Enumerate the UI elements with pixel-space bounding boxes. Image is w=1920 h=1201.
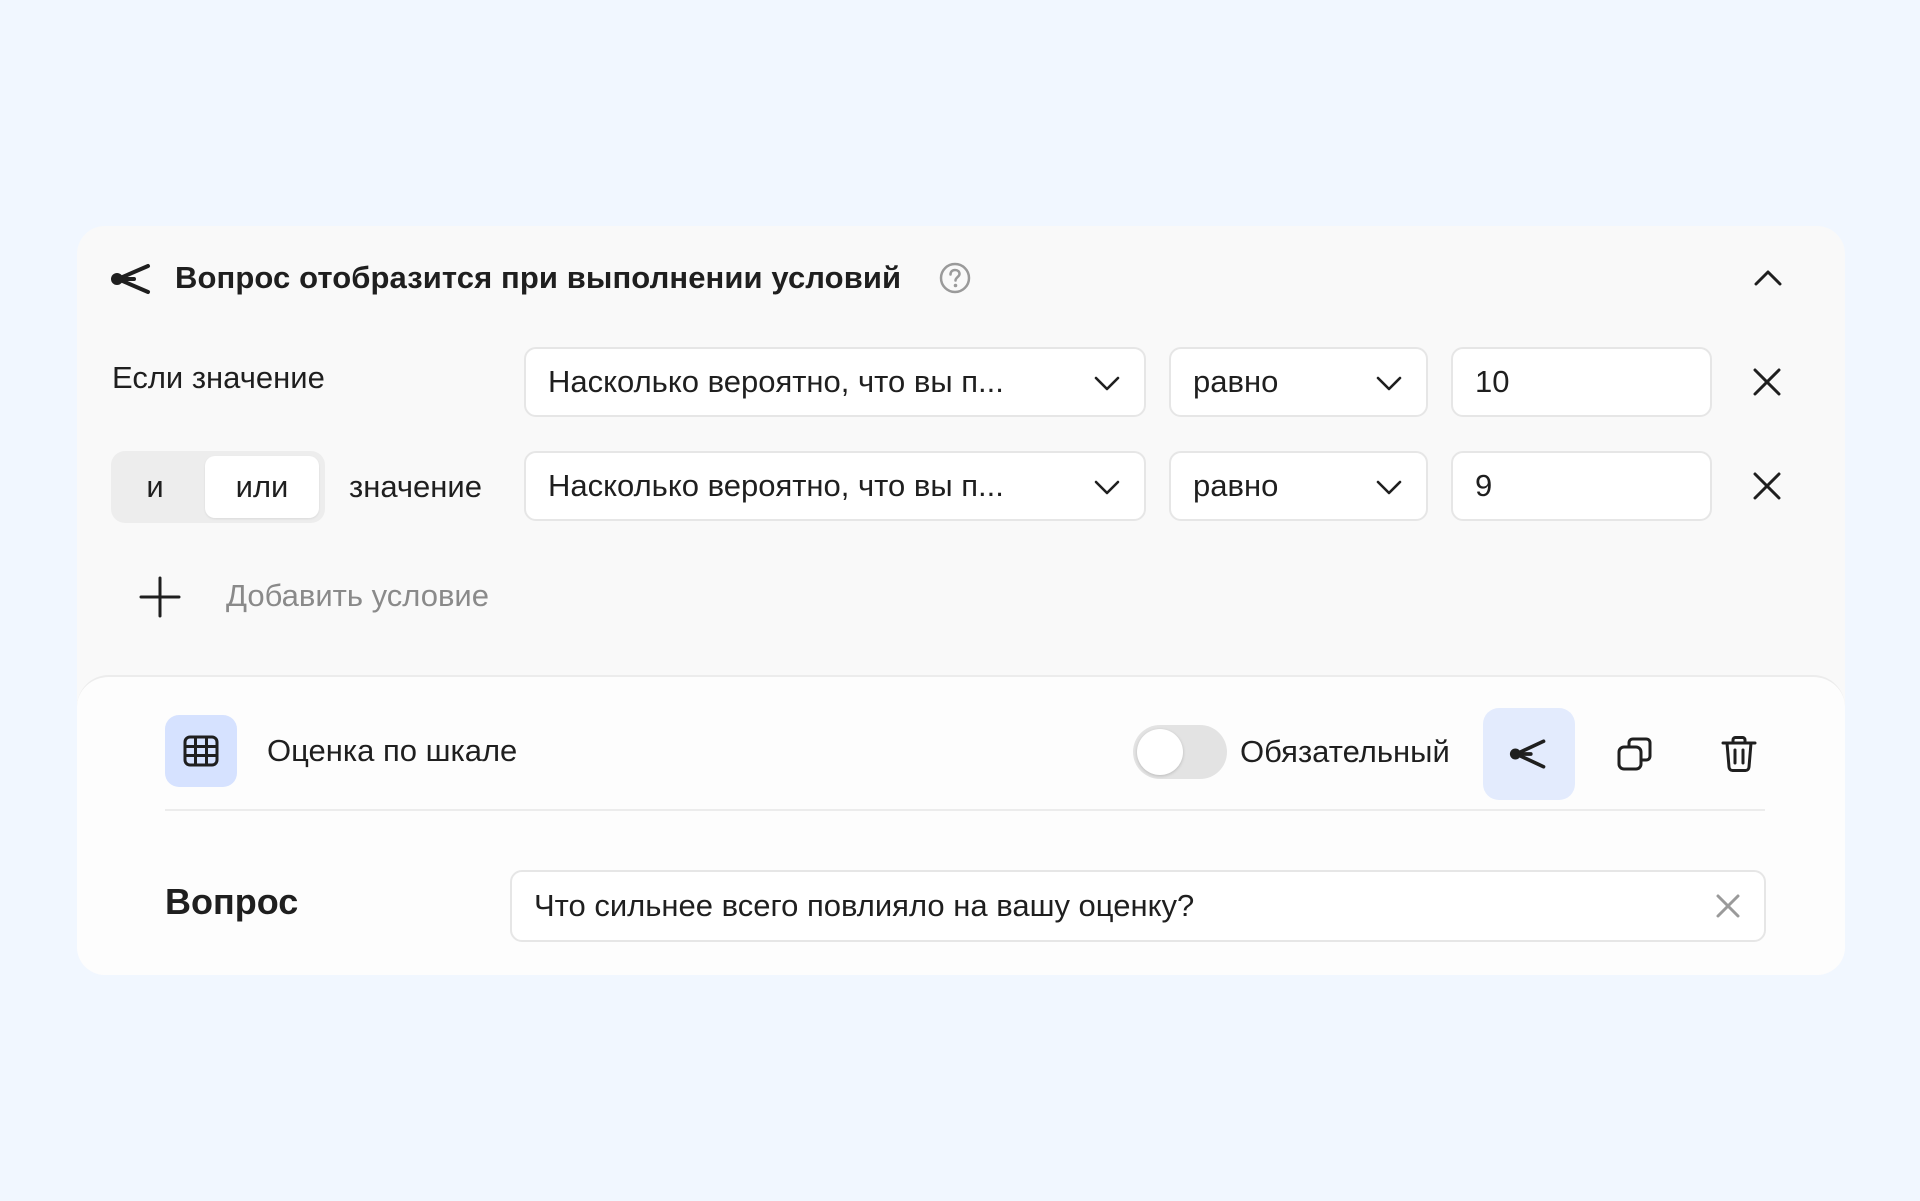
chevron-down-icon	[1374, 472, 1404, 502]
logic-and-option[interactable]: и	[111, 451, 199, 523]
clear-close-icon[interactable]	[1712, 890, 1744, 922]
required-toggle[interactable]	[1133, 725, 1227, 779]
operator-select-2[interactable]: равно	[1169, 451, 1428, 521]
value-input-text: 10	[1475, 364, 1510, 399]
toggle-knob	[1137, 729, 1183, 775]
question-select-2[interactable]: Насколько вероятно, что вы п...	[524, 451, 1146, 521]
chevron-down-icon	[1092, 472, 1122, 502]
logic-toggle: и или	[111, 451, 325, 523]
question-select-value: Насколько вероятно, что вы п...	[548, 468, 1004, 503]
remove-condition-2-close-icon[interactable]	[1747, 466, 1787, 506]
conditions-card: Вопрос отобразится при выполнении услови…	[77, 226, 1845, 975]
if-value-label: Если значение	[112, 360, 325, 395]
divider	[165, 809, 1765, 811]
plus-icon	[138, 575, 182, 619]
remove-condition-1-close-icon[interactable]	[1747, 362, 1787, 402]
delete-button[interactable]	[1693, 708, 1785, 800]
grid-icon	[165, 715, 237, 787]
value-input-2[interactable]: 9	[1451, 451, 1712, 521]
chevron-up-icon[interactable]	[1750, 260, 1786, 296]
operator-select-value: равно	[1193, 468, 1279, 503]
logic-or-option[interactable]: или	[205, 456, 319, 518]
chevron-down-icon	[1374, 368, 1404, 398]
question-select-1[interactable]: Насколько вероятно, что вы п...	[524, 347, 1146, 417]
chevron-down-icon	[1092, 368, 1122, 398]
conditions-title: Вопрос отобразится при выполнении услови…	[175, 260, 902, 295]
value-input-1[interactable]: 10	[1451, 347, 1712, 417]
question-type-label: Оценка по шкале	[267, 733, 518, 768]
copy-button[interactable]	[1589, 708, 1681, 800]
question-label: Вопрос	[165, 881, 299, 922]
branch-icon	[110, 262, 154, 296]
help-circle-icon[interactable]	[939, 262, 971, 294]
question-block: Оценка по шкале Обязательный Вопрос Что …	[77, 675, 1845, 975]
question-text-value: Что сильнее всего повлияло на вашу оценк…	[534, 888, 1195, 923]
operator-select-value: равно	[1193, 364, 1279, 399]
question-text-input[interactable]: Что сильнее всего повлияло на вашу оценк…	[510, 870, 1766, 942]
value-label: значение	[349, 469, 482, 504]
value-input-text: 9	[1475, 468, 1493, 503]
conditions-button[interactable]	[1483, 708, 1575, 800]
required-label: Обязательный	[1240, 734, 1450, 769]
operator-select-1[interactable]: равно	[1169, 347, 1428, 417]
add-condition-label: Добавить условие	[226, 578, 489, 613]
question-select-value: Насколько вероятно, что вы п...	[548, 364, 1004, 399]
add-condition-button[interactable]: Добавить условие	[138, 566, 558, 626]
